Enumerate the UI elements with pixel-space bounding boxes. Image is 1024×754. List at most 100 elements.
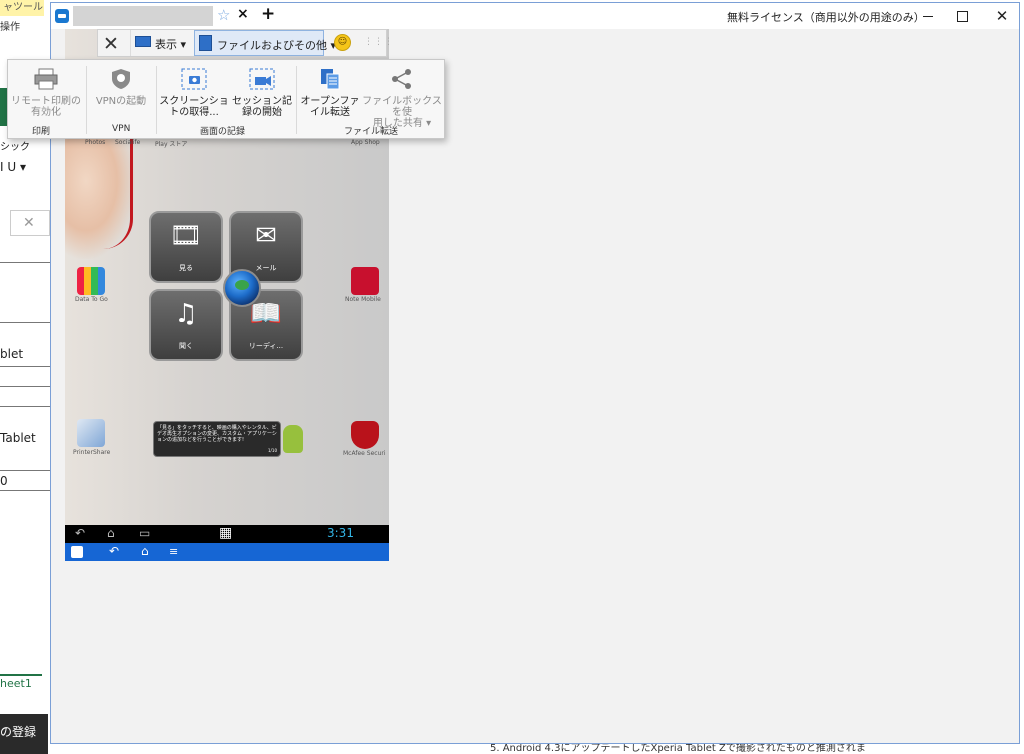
vpn-start-label: VPNの起動 (95, 96, 147, 107)
title-bar[interactable]: ☆ × + 無料ライセンス（商用以外の用途のみ） ✕ (51, 3, 1019, 29)
group-label-vpn: VPN (112, 124, 131, 134)
end-session-icon[interactable]: ✕ (103, 33, 119, 55)
teamviewer-window: ☆ × + 無料ライセンス（商用以外の用途のみ） ✕ Photos Social… (7, 2, 1020, 744)
toolbar-grip-icon[interactable]: ⋮⋮⋮ (364, 37, 394, 47)
back-icon[interactable]: ↶ (75, 526, 85, 540)
smiley-feedback-icon[interactable]: ☺ (334, 34, 351, 51)
printershare-app-icon[interactable] (77, 419, 105, 447)
excel-font-name[interactable]: シック (0, 138, 30, 153)
files-extras-dropdown: リモート印刷の 有効化 印刷 VPNの起動 VPN スクリーンショ トの取得..… (7, 59, 445, 139)
android-navigation-bar: ↶ ⌂ ▭ ▦ 3:31 (65, 525, 389, 543)
excel-row-divider (0, 490, 50, 491)
teamviewer-logo-icon (55, 9, 69, 23)
android-clock: 3:31 (327, 526, 354, 540)
data-to-go-app-icon[interactable] (77, 267, 105, 295)
group-label-file-transfer: ファイル転送 (344, 127, 399, 137)
take-screenshot-button[interactable]: スクリーンショ トの取得... (158, 64, 230, 124)
tile-label: 聞く (179, 342, 193, 350)
share-icon (392, 69, 411, 89)
files-and-extras-menu-button[interactable]: ファイルおよびその他 ▾ (194, 30, 336, 56)
app-label[interactable]: Photos (85, 139, 105, 146)
excel-cell[interactable]: blet (0, 347, 23, 361)
open-file-transfer-button[interactable]: オープンファ イル転送 (298, 64, 362, 124)
file-transfer-icon (321, 69, 340, 90)
recent-apps-icon[interactable]: ▭ (139, 526, 150, 540)
group-label-recording: 画面の記録 (200, 127, 246, 137)
app-label[interactable]: Note Mobile (345, 296, 381, 303)
license-notice: 無料ライセンス（商用以外の用途のみ） (727, 11, 925, 24)
tile-watch[interactable]: 🎞 見る (149, 211, 223, 283)
vpn-start-button[interactable]: VPNの起動 (88, 64, 154, 124)
tile-label: 見る (179, 264, 193, 272)
excel-ribbon-subtab[interactable]: 操作 (0, 18, 20, 33)
view-menu-button[interactable]: 表示 ▾ (130, 30, 194, 56)
teamviewer-remote-taskbar: ↶ ⌂ ≡ (65, 543, 389, 561)
excel-format-buttons[interactable]: I U ▾ (0, 160, 26, 174)
remote-print-button[interactable]: リモート印刷の 有効化 (8, 64, 84, 124)
teamviewer-toolbar: ✕ 表示 ▾ ファイルおよびその他 ▾ ☺ ⋮⋮⋮ (97, 29, 393, 57)
android-robot-icon[interactable] (283, 425, 303, 453)
printer-icon (34, 68, 58, 90)
menu-icon[interactable]: ≡ (169, 545, 178, 558)
app-label[interactable]: Data To Go (75, 296, 108, 303)
group-label-print: 印刷 (32, 127, 51, 137)
background-document-text: 5. Android 4.3にアップデートしたXperia Tablet Zで撮… (490, 744, 1024, 754)
open-file-transfer-label: オープンファ イル転送 (300, 96, 360, 118)
app-label[interactable]: McAfee Securi (343, 450, 386, 457)
excel-row-divider (0, 322, 50, 323)
add-tab-icon[interactable]: + (261, 4, 275, 24)
excel-row-divider (0, 366, 50, 367)
star-icon[interactable]: ☆ (217, 6, 230, 24)
mcafee-app-icon[interactable] (351, 421, 379, 449)
toast-page-indicator: 1/10 (268, 448, 277, 453)
minimize-button[interactable] (915, 5, 941, 27)
app-label[interactable]: Play ストア (155, 139, 187, 148)
remote-print-label: リモート印刷の 有効化 (11, 96, 81, 118)
app-drawer-icon[interactable]: ▦ (219, 525, 232, 541)
excel-sheet-tab[interactable]: heet1 (0, 674, 42, 692)
tooltip-toast: 「見る」をタッチすると、映画の購入やレンタル、ビデオ再生オプションの変更、カスタ… (153, 421, 281, 457)
tile-label: リーディ... (248, 342, 284, 350)
note-mobile-app-icon[interactable] (351, 267, 379, 295)
back-icon[interactable]: ↶ (109, 544, 119, 558)
close-tab-icon[interactable]: × (237, 6, 249, 22)
take-screenshot-label: スクリーンショ トの取得... (159, 96, 229, 118)
excel-cell[interactable]: 0 (0, 474, 8, 488)
excel-row-divider (0, 262, 50, 263)
tile-listen[interactable]: ♫ 聞く (149, 289, 223, 361)
maximize-button[interactable] (949, 5, 975, 27)
toast-text: 「見る」をタッチすると、映画の購入やレンタル、ビデオ再生オプションの変更、カスタ… (157, 425, 277, 443)
excel-ribbon-tab[interactable]: ャツール (0, 0, 44, 16)
monitor-icon (135, 36, 151, 47)
screenshot-camera-icon (181, 68, 207, 90)
record-video-icon (249, 68, 275, 90)
excel-cell[interactable]: Tablet (0, 431, 36, 445)
group-separator (86, 66, 87, 134)
excel-row-divider (0, 386, 50, 387)
teamviewer-icon[interactable] (71, 546, 83, 558)
vpn-shield-icon (112, 69, 130, 89)
music-note-icon: ♫ (174, 299, 198, 329)
excel-namebox-cancel-icon[interactable]: ✕ (10, 210, 50, 236)
files-icon (199, 35, 212, 51)
home-icon[interactable]: ⌂ (141, 544, 149, 558)
files-menu-label: ファイルおよびその他 ▾ (217, 39, 337, 52)
app-label[interactable]: App Shop (351, 139, 380, 146)
mail-icon: ✉ (255, 221, 277, 251)
filebox-share-button[interactable]: ファイルボックスを使 用した共有 ▾ (360, 64, 444, 129)
excel-row-divider (0, 470, 50, 471)
group-separator (296, 66, 297, 134)
app-label[interactable]: PrinterShare (73, 449, 110, 456)
media-hub-widget: 🎞 見る ✉ メール ♫ 聞く 📖 リーディ... (145, 211, 325, 361)
globe-icon[interactable] (223, 269, 261, 307)
home-icon[interactable]: ⌂ (107, 526, 115, 540)
app-label[interactable]: Socialife (115, 139, 140, 146)
taskbar-item[interactable]: の登録 (0, 714, 48, 754)
start-session-recording-label: セッション記 録の開始 (232, 96, 292, 118)
session-tab-redacted[interactable] (73, 6, 213, 26)
excel-row-divider (0, 406, 50, 407)
window-close-button[interactable]: ✕ (989, 5, 1015, 27)
view-menu-label: 表示 ▾ (155, 38, 187, 51)
start-session-recording-button[interactable]: セッション記 録の開始 (230, 64, 294, 124)
group-separator (156, 66, 157, 134)
